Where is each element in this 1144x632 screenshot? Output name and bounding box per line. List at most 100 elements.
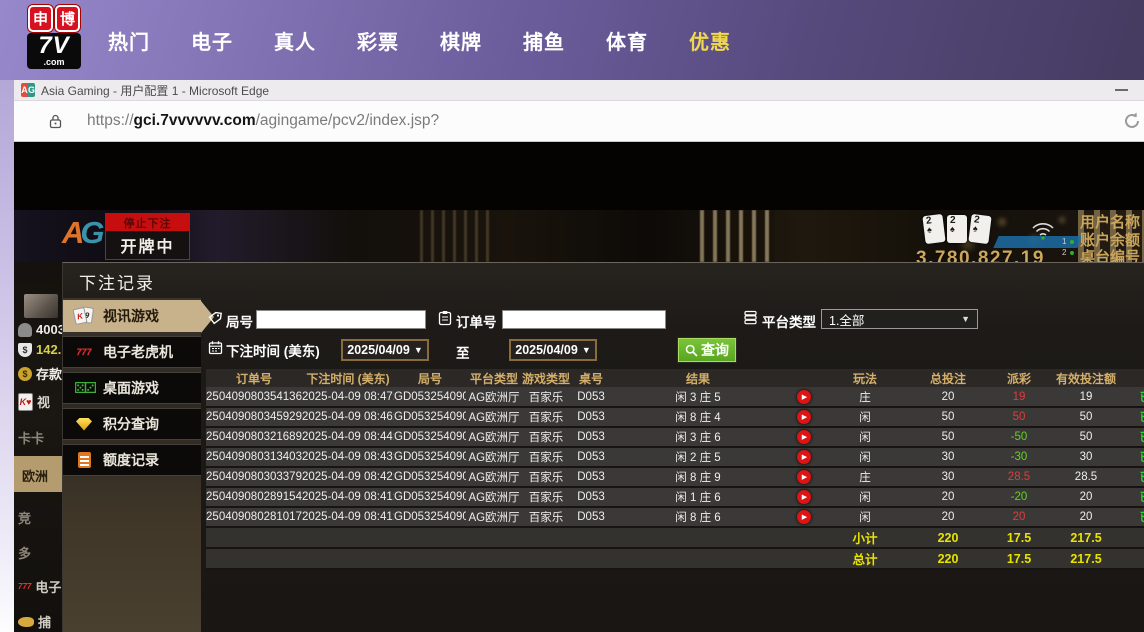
url-bar[interactable]: https://gci.7vvvvvv.com/agingame/pcv2/in… bbox=[14, 101, 1144, 142]
nav-item-真人[interactable]: 真人 bbox=[274, 26, 316, 55]
nav-item-体育[interactable]: 体育 bbox=[606, 26, 648, 55]
cell-replay: ▶ bbox=[784, 387, 824, 407]
column-header: 状态 bbox=[1124, 369, 1144, 387]
column-header: 局号 bbox=[394, 369, 466, 387]
betting-records-panel: 下注记录 9K视讯游戏777电子老虎机⚄⚂桌面游戏积分查询额度记录 局号 订单号… bbox=[62, 262, 1144, 632]
chevron-down-icon: ▼ bbox=[582, 345, 591, 355]
cell-replay: ▶ bbox=[784, 467, 824, 487]
cell-play: 闲 bbox=[824, 447, 906, 467]
logo-badge-shen: 申 bbox=[28, 5, 53, 32]
cell-empty bbox=[1124, 548, 1144, 569]
replay-button[interactable]: ▶ bbox=[797, 390, 811, 404]
cell: GD053254090T0 bbox=[394, 507, 466, 527]
platform-select[interactable]: 1.全部 ▼ bbox=[821, 309, 978, 329]
cell: 百家乐 bbox=[522, 427, 570, 447]
column-header: 总投注 bbox=[906, 369, 990, 387]
table-header-row: 订单号下注时间 (美东)局号平台类型游戏类型桌号结果玩法总投注派彩有效投注额状态 bbox=[206, 369, 1144, 387]
sidebar-item-积分查询[interactable]: 积分查询 bbox=[63, 408, 201, 440]
cell: 250409080345929 bbox=[206, 407, 302, 427]
background-page-edge bbox=[0, 80, 14, 632]
cell-empty bbox=[522, 527, 570, 548]
order-input[interactable] bbox=[502, 310, 666, 329]
page-menu-item[interactable]: 竞 bbox=[18, 508, 31, 527]
account-info-label: 桌台编号 bbox=[1080, 249, 1144, 262]
cell: 250409080354136 bbox=[206, 387, 302, 407]
cell-payout: -20 bbox=[990, 487, 1048, 507]
date-from-button[interactable]: 2025/04/09 ▼ bbox=[341, 339, 429, 361]
site-logo[interactable]: 申 博 7V .com bbox=[27, 5, 81, 69]
cell-bet: 30 bbox=[906, 447, 990, 467]
date-to-button[interactable]: 2025/04/09 ▼ bbox=[509, 339, 597, 361]
cell: AG欧洲厅 bbox=[466, 447, 522, 467]
url-text[interactable]: https://gci.7vvvvvv.com/agingame/pcv2/in… bbox=[87, 112, 439, 130]
cell-empty bbox=[1124, 527, 1144, 548]
replay-button[interactable]: ▶ bbox=[797, 430, 811, 444]
replay-button[interactable]: ▶ bbox=[797, 450, 811, 464]
cell: D053 bbox=[570, 467, 612, 487]
page-menu-item[interactable]: 777电子 bbox=[18, 577, 61, 596]
status-badge: 已派彩 bbox=[1124, 467, 1144, 487]
cell-empty bbox=[394, 527, 466, 548]
curtain-stripes bbox=[700, 210, 774, 262]
nav-item-捕鱼[interactable]: 捕鱼 bbox=[523, 26, 565, 55]
page-menu-item-active[interactable]: 欧洲 bbox=[14, 456, 62, 492]
round-input[interactable] bbox=[256, 310, 426, 329]
replay-button[interactable]: ▶ bbox=[797, 510, 811, 524]
minimize-button[interactable] bbox=[1115, 89, 1128, 91]
nav-item-电子[interactable]: 电子 bbox=[191, 26, 233, 55]
records-table: 订单号下注时间 (美东)局号平台类型游戏类型桌号结果玩法总投注派彩有效投注额状态… bbox=[206, 369, 1144, 570]
range-separator: 至 bbox=[456, 342, 470, 362]
nav-item-热门[interactable]: 热门 bbox=[108, 26, 150, 55]
page-menu-item[interactable]: 多 bbox=[18, 543, 31, 562]
money-bag-icon: $ bbox=[18, 343, 32, 357]
status-badge: 已派彩 bbox=[1124, 387, 1144, 407]
cell: 2025-04-09 08:46:26 bbox=[302, 407, 394, 427]
replay-button[interactable]: ▶ bbox=[797, 470, 811, 484]
window-titlebar[interactable]: AG Asia Gaming - 用户配置 1 - Microsoft Edge bbox=[14, 80, 1144, 101]
account-info-labels: 用户名称账户余额桌台编号 bbox=[1080, 214, 1144, 262]
cell: D053 bbox=[570, 387, 612, 407]
cell: 百家乐 bbox=[522, 467, 570, 487]
search-button[interactable]: 查询 bbox=[678, 338, 736, 362]
column-header bbox=[784, 369, 824, 387]
cell: D053 bbox=[570, 507, 612, 527]
status-badge: 已派彩 bbox=[1124, 427, 1144, 447]
sidebar-item-电子老虎机[interactable]: 777电子老虎机 bbox=[63, 336, 201, 368]
refresh-icon[interactable] bbox=[1122, 111, 1142, 131]
nav-item-彩票[interactable]: 彩票 bbox=[357, 26, 399, 55]
cell-payout: 20 bbox=[990, 507, 1048, 527]
avatar[interactable] bbox=[24, 294, 58, 318]
fish-icon bbox=[18, 617, 34, 627]
panel-sidebar: 9K视讯游戏 777电子老虎机 ⚄⚂桌面游戏积分查询额度记录 bbox=[63, 298, 201, 632]
page-menu-item[interactable]: 卡卡 bbox=[18, 428, 44, 447]
cell-empty bbox=[612, 548, 784, 569]
cell-replay: ▶ bbox=[784, 407, 824, 427]
page-menu-stat: 4003 bbox=[18, 322, 62, 337]
lock-icon bbox=[49, 114, 62, 129]
replay-button[interactable]: ▶ bbox=[797, 410, 811, 424]
playing-card: 2♠ bbox=[922, 214, 945, 244]
document-icon bbox=[74, 450, 94, 470]
nav-item-优惠[interactable]: 优惠 bbox=[689, 26, 731, 55]
cell: 2025-04-09 08:47:07 bbox=[302, 387, 394, 407]
cell-play: 闲 bbox=[824, 507, 906, 527]
replay-button[interactable]: ▶ bbox=[797, 490, 811, 504]
page-menu-item[interactable]: K♥视 bbox=[18, 392, 50, 411]
cell-empty bbox=[302, 527, 394, 548]
cell-bet: 30 bbox=[906, 467, 990, 487]
sidebar-item-桌面游戏[interactable]: ⚄⚂桌面游戏 bbox=[63, 372, 201, 404]
cell: 百家乐 bbox=[522, 507, 570, 527]
cell-empty bbox=[784, 527, 824, 548]
sidebar-item-额度记录[interactable]: 额度记录 bbox=[63, 444, 201, 476]
cell: 闲 8 庄 9 bbox=[612, 467, 784, 487]
column-header: 有效投注额 bbox=[1048, 369, 1124, 387]
cell-replay: ▶ bbox=[784, 427, 824, 447]
curtain-stripes bbox=[420, 210, 492, 262]
nav-item-棋牌[interactable]: 棋牌 bbox=[440, 26, 482, 55]
page-menu-item[interactable]: 捕 bbox=[18, 612, 51, 631]
bet-time-label: 下注时间 (美东) bbox=[226, 340, 320, 360]
cell-empty bbox=[570, 527, 612, 548]
cell: 250409080281017 bbox=[206, 507, 302, 527]
edge-window: AG Asia Gaming - 用户配置 1 - Microsoft Edge… bbox=[14, 80, 1144, 632]
sidebar-item-视讯游戏[interactable]: 9K视讯游戏 bbox=[63, 300, 201, 332]
